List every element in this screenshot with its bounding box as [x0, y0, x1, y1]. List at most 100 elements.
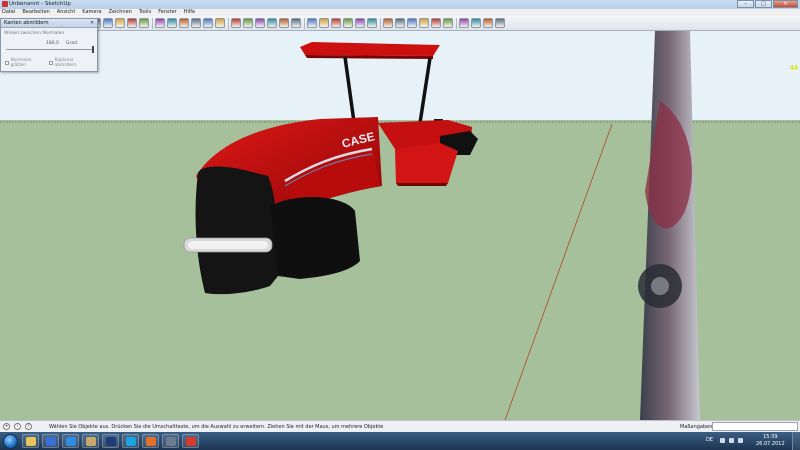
panel-header[interactable]: Kanten abmildern ✕	[1, 19, 97, 28]
toolbar-separator	[456, 18, 457, 29]
photoshop-icon[interactable]	[102, 434, 119, 448]
dimension-tool[interactable]	[291, 18, 301, 28]
windows-taskbar: DE 15:39 26.07.2012	[0, 432, 800, 450]
orbit-tool[interactable]	[203, 18, 213, 28]
fps-counter: 44	[789, 64, 798, 72]
credits-icon[interactable]: i	[14, 423, 21, 430]
model-viewport[interactable]: CASE 44	[0, 31, 800, 420]
freehand-tool[interactable]	[115, 18, 125, 28]
misc-app-icon[interactable]	[162, 434, 179, 448]
3d-text-tool[interactable]	[343, 18, 353, 28]
geo-location-icon[interactable]: ⌖	[3, 423, 10, 430]
network-icon[interactable]	[729, 438, 734, 443]
menu-zeichnen[interactable]: Zeichnen	[109, 9, 132, 16]
soften-coplanar-label: Koplanar abmildern	[54, 58, 77, 68]
menu-ansicht[interactable]: Ansicht	[57, 9, 75, 16]
angle-value: 180,0	[46, 41, 59, 46]
rotate-tool[interactable]	[155, 18, 165, 28]
maximize-button[interactable]: □	[755, 0, 772, 8]
measurements-input[interactable]	[712, 422, 798, 431]
panel-close-icon[interactable]: ✕	[90, 21, 95, 26]
angle-slider-thumb[interactable]	[92, 46, 94, 53]
sketchup-window: Unbenannt - SketchUp – □ ✕ Datei Bearbei…	[0, 0, 800, 450]
start-button[interactable]	[3, 434, 18, 449]
pan-tool[interactable]	[215, 18, 225, 28]
offset-tool[interactable]	[191, 18, 201, 28]
skype-icon[interactable]	[122, 434, 139, 448]
clock[interactable]: 15:39 26.07.2012	[756, 434, 785, 448]
soften-edges-panel: Kanten abmildern ✕ Winkel zwischen Norma…	[0, 18, 98, 72]
section-plane-tool[interactable]	[395, 18, 405, 28]
photo-textures-tool[interactable]	[483, 18, 493, 28]
zoom-window-tool[interactable]	[243, 18, 253, 28]
look-around-tool[interactable]	[383, 18, 393, 28]
title-bar: Unbenannt - SketchUp – □ ✕	[0, 0, 800, 9]
push-pull-tool[interactable]	[139, 18, 149, 28]
close-button[interactable]: ✕	[773, 0, 798, 8]
angle-label: Winkel zwischen Normalen	[4, 31, 65, 36]
sketchup-app-icon	[2, 1, 8, 7]
toolbar-separator	[152, 18, 153, 29]
position-camera-tool[interactable]	[355, 18, 365, 28]
toolbar-separator	[304, 18, 305, 29]
soften-coplanar-checkbox[interactable]	[49, 61, 53, 65]
panel-title: Kanten abmildern	[4, 20, 49, 26]
angle-slider[interactable]	[6, 46, 94, 53]
media-player-icon[interactable]	[42, 434, 59, 448]
menu-bar: Datei Bearbeiten Ansicht Kamera Zeichnen…	[0, 9, 800, 16]
scale-tool[interactable]	[179, 18, 189, 28]
minimize-button[interactable]: –	[737, 0, 754, 8]
menu-datei[interactable]: Datei	[2, 9, 15, 16]
status-hint: Wählen Sie Objekte aus. Drücken Sie die …	[49, 424, 384, 430]
show-desktop-button[interactable]	[792, 432, 800, 450]
angle-readout: 180,0 Grad	[46, 41, 97, 46]
zoom-extents-tool[interactable]	[255, 18, 265, 28]
polygon-tool[interactable]	[103, 18, 113, 28]
axes-tool[interactable]	[331, 18, 341, 28]
clock-date: 26.07.2012	[756, 441, 785, 447]
add-location-tool[interactable]	[459, 18, 469, 28]
status-bar: ⌖ i ? Wählen Sie Objekte aus. Drücken Si…	[0, 420, 800, 432]
toolbar-separator	[228, 18, 229, 29]
clock-time: 15:39	[763, 434, 778, 440]
follow-me-tool[interactable]	[167, 18, 177, 28]
system-tray: DE 15:39 26.07.2012	[690, 432, 800, 450]
smooth-normals-checkbox[interactable]	[5, 61, 9, 65]
window-controls: – □ ✕	[736, 0, 798, 8]
scene-drawing: CASE	[0, 31, 800, 420]
firefox-icon[interactable]	[142, 434, 159, 448]
angle-unit: Grad	[66, 41, 77, 46]
menu-kamera[interactable]: Kamera	[82, 9, 101, 16]
help-icon[interactable]: ?	[25, 423, 32, 430]
explorer-icon[interactable]	[22, 434, 39, 448]
previous-view-tool[interactable]	[267, 18, 277, 28]
front-grille	[195, 166, 279, 295]
menu-fenster[interactable]: Fenster	[158, 9, 177, 16]
zoom-tool[interactable]	[231, 18, 241, 28]
get-models-tool[interactable]	[407, 18, 417, 28]
toggle-terrain-tool[interactable]	[471, 18, 481, 28]
smooth-normals-option[interactable]: Normalen glätten	[5, 58, 42, 68]
protractor-tool[interactable]	[307, 18, 317, 28]
preview-google-earth-tool[interactable]	[443, 18, 453, 28]
move-tool[interactable]	[127, 18, 137, 28]
extension-warehouse-tool[interactable]	[495, 18, 505, 28]
soften-coplanar-option[interactable]: Koplanar abmildern	[49, 58, 90, 68]
sketchup-icon[interactable]	[182, 434, 199, 448]
menu-tools[interactable]: Tools	[139, 9, 151, 16]
menu-bearbeiten[interactable]: Bearbeiten	[22, 9, 49, 16]
share-model-tool[interactable]	[419, 18, 429, 28]
main-toolbar	[0, 16, 800, 31]
menu-hilfe[interactable]: Hilfe	[184, 9, 195, 16]
text-tool[interactable]	[319, 18, 329, 28]
tray-arrow-icon[interactable]	[720, 438, 725, 443]
paint-icon[interactable]	[82, 434, 99, 448]
internet-explorer-icon[interactable]	[62, 434, 79, 448]
share-component-tool[interactable]	[431, 18, 441, 28]
tape-measure-tool[interactable]	[279, 18, 289, 28]
volume-icon[interactable]	[738, 438, 743, 443]
language-indicator[interactable]: DE	[706, 437, 713, 443]
measurements-label: Maßangaben	[680, 424, 713, 430]
walk-tool[interactable]	[367, 18, 377, 28]
front-fender	[395, 143, 458, 183]
